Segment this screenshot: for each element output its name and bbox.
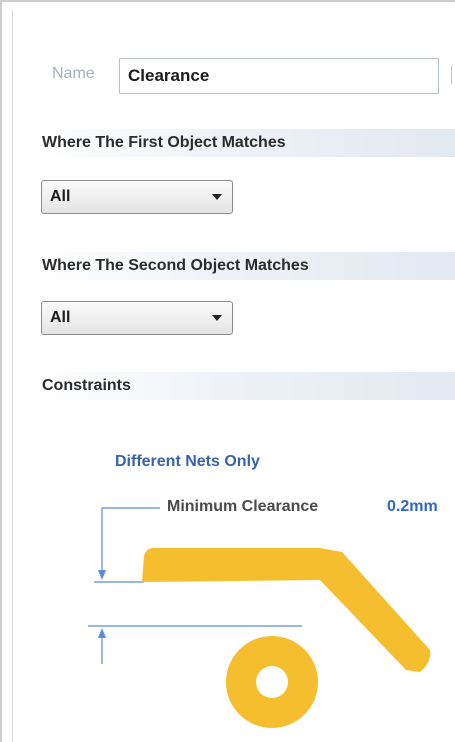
chevron-down-icon[interactable] <box>212 194 222 200</box>
first-object-dropdown-value: All <box>50 188 71 205</box>
comment-field-edge[interactable] <box>451 66 455 84</box>
dimension-arrow-down <box>98 570 106 580</box>
second-object-dropdown[interactable]: All <box>41 301 233 335</box>
chevron-down-icon[interactable] <box>212 315 222 321</box>
constraints-header: Constraints <box>36 372 455 400</box>
rule-name-input[interactable]: Clearance <box>119 58 439 94</box>
first-object-header: Where The First Object Matches <box>36 129 455 157</box>
dimension-arrow-up <box>98 628 106 638</box>
name-label: Name <box>52 65 95 82</box>
second-object-header-label: Where The Second Object Matches <box>42 257 309 274</box>
constraints-header-label: Constraints <box>42 377 131 394</box>
second-object-header: Where The Second Object Matches <box>36 252 455 280</box>
clearance-diagram <box>88 507 431 728</box>
nets-mode-selector[interactable]: Different Nets Only <box>115 453 260 471</box>
first-object-dropdown[interactable]: All <box>41 180 233 214</box>
second-object-dropdown-value: All <box>50 309 71 326</box>
rule-editor-panel: Name Clearance Where The First Object Ma… <box>0 0 455 742</box>
first-object-header-label: Where The First Object Matches <box>42 134 286 151</box>
pad-hole <box>256 666 288 698</box>
